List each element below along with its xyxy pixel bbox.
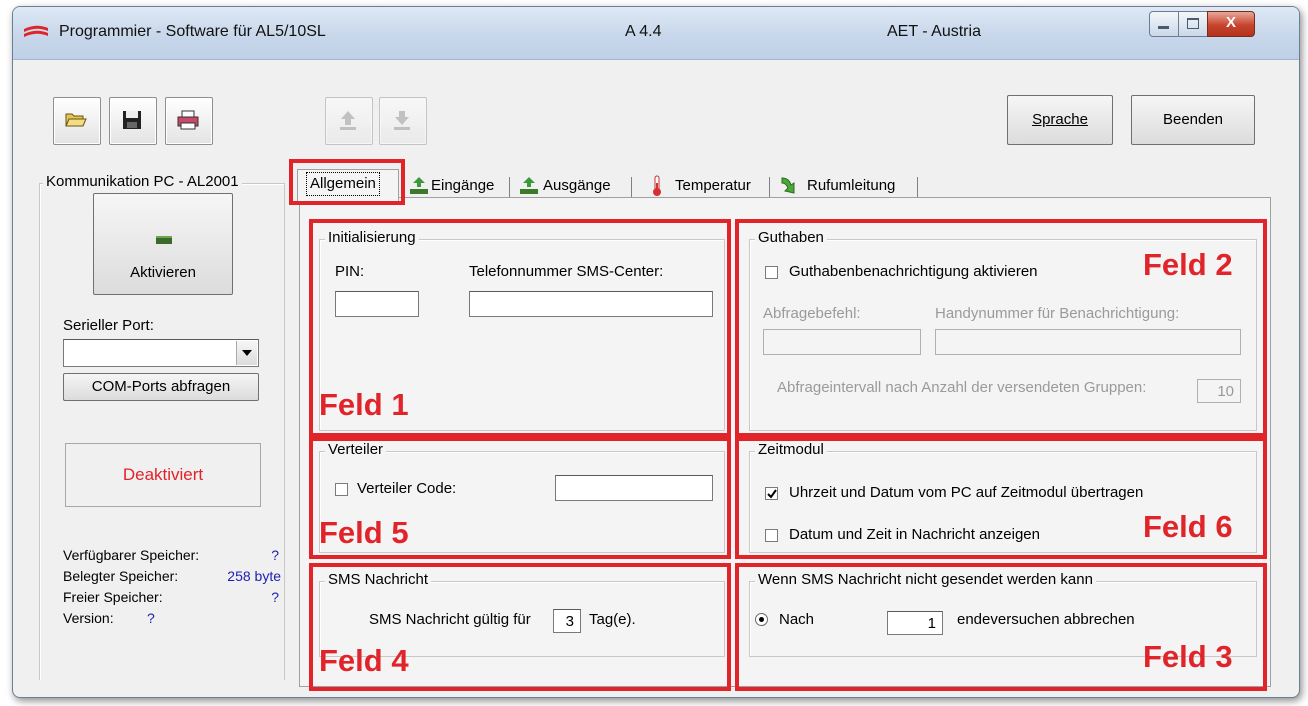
open-folder-icon [65, 113, 87, 127]
title-bar[interactable]: Programmier - Software für AL5/10SL A 4.… [13, 7, 1299, 60]
save-disk-icon [123, 111, 141, 129]
feld1-label: Feld 1 [319, 387, 409, 422]
input-arrows-icon [410, 177, 428, 194]
beenden-label: Beenden [1162, 111, 1224, 128]
feld2-label: Feld 2 [1143, 247, 1233, 282]
status-deaktiviert: Deaktiviert [65, 443, 261, 507]
dropdown-button[interactable] [236, 341, 257, 365]
tab-divider [631, 177, 632, 197]
sprache-label: Sprache [1032, 111, 1088, 128]
serial-port-label: Serieller Port: [63, 317, 154, 334]
maximize-button[interactable] [1178, 11, 1208, 37]
tab-rufumleitung-label: Rufumleitung [807, 177, 896, 194]
thermometer-icon [653, 175, 661, 196]
version-value: ? [147, 610, 155, 626]
feld6-label: Feld 6 [1143, 509, 1233, 544]
upload-icon [340, 111, 356, 130]
call-forward-icon [781, 177, 795, 194]
tab-divider [917, 177, 918, 197]
upload-button[interactable] [325, 97, 373, 145]
tab-divider [509, 177, 510, 197]
annotation-allgemein-box [289, 159, 405, 205]
window-title: Programmier - Software für AL5/10SL [59, 23, 326, 40]
tab-ausgange-label: Ausgänge [543, 177, 611, 194]
close-icon: X [1225, 14, 1236, 31]
save-button[interactable] [109, 97, 157, 145]
feld5-label: Feld 5 [319, 515, 409, 550]
feld3-label: Feld 3 [1143, 639, 1233, 674]
com-ports-button[interactable]: COM-Ports abfragen [63, 373, 259, 401]
minimize-button[interactable] [1149, 11, 1179, 37]
memory-available-value: ? [271, 547, 279, 563]
feld4-label: Feld 4 [319, 643, 409, 678]
memory-info: Verfügbarer Speicher: ? Belegter Speiche… [63, 547, 283, 631]
communication-group-title: Kommunikation PC - AL2001 [43, 173, 242, 190]
memory-used-row: Belegter Speicher: 258 byte [63, 568, 283, 589]
tab-divider [769, 177, 770, 197]
status-label: Deaktiviert [122, 465, 204, 484]
memory-available-label: Verfügbarer Speicher: [63, 547, 200, 563]
window-company: AET - Austria [887, 23, 981, 40]
print-button[interactable] [165, 97, 213, 145]
version-label: Version: [63, 610, 114, 626]
memory-free-row: Freier Speicher: ? [63, 589, 283, 610]
serial-port-select[interactable] [63, 339, 259, 367]
aktivieren-label: Aktivieren [130, 264, 196, 281]
window-version: A 4.4 [625, 23, 662, 40]
aktivieren-button[interactable]: Aktivieren [93, 193, 233, 295]
memory-used-value: 258 byte [227, 568, 281, 584]
sprache-button[interactable]: Sprache [1007, 95, 1113, 145]
app-window: Programmier - Software für AL5/10SL A 4.… [12, 6, 1300, 698]
app-logo-icon [24, 25, 48, 37]
open-button[interactable] [53, 97, 101, 145]
download-button[interactable] [379, 97, 427, 145]
beenden-button[interactable]: Beenden [1131, 95, 1255, 145]
device-icon [156, 236, 172, 244]
minimize-icon [1158, 26, 1169, 29]
maximize-icon [1187, 18, 1199, 29]
memory-free-value: ? [271, 589, 279, 605]
memory-free-label: Freier Speicher: [63, 589, 163, 605]
com-ports-label: COM-Ports abfragen [91, 378, 231, 395]
chevron-down-icon [242, 350, 252, 356]
tab-temperatur-label: Temperatur [675, 177, 751, 194]
download-icon [394, 111, 410, 130]
close-button[interactable]: X [1207, 11, 1255, 37]
printer-icon [177, 110, 199, 130]
memory-available-row: Verfügbarer Speicher: ? [63, 547, 283, 568]
output-arrows-icon [520, 177, 538, 194]
tab-eingange-label: Eingänge [431, 177, 495, 194]
version-row: Version: ? [63, 610, 283, 631]
memory-used-label: Belegter Speicher: [63, 568, 179, 584]
